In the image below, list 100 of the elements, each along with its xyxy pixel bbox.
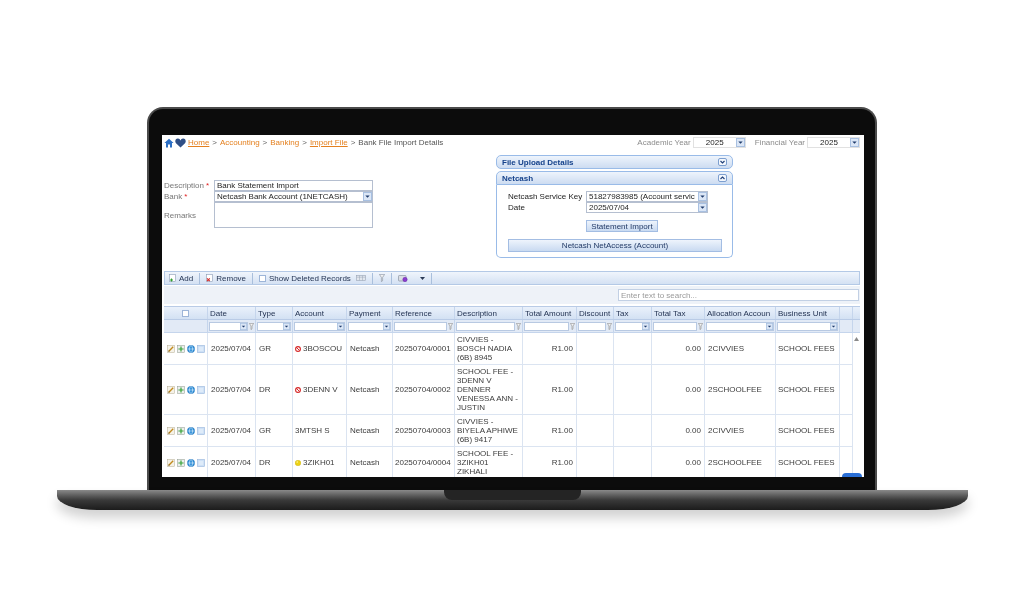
empty-cell: [577, 415, 614, 447]
filter-field[interactable]: [348, 321, 391, 331]
column-header[interactable]: Account: [293, 307, 347, 319]
caret-icon[interactable]: [419, 276, 425, 280]
globe-icon[interactable]: [186, 426, 195, 435]
dropdown-icon[interactable]: [240, 322, 247, 330]
table-cell: Netcash: [347, 365, 393, 415]
textarea-field[interactable]: [214, 202, 373, 228]
filter-field[interactable]: [777, 321, 838, 331]
panel-title: Netcash: [502, 173, 534, 183]
dropdown-icon[interactable]: [383, 322, 390, 330]
remove-button[interactable]: Remove: [206, 272, 247, 284]
table-cell: 20250704/0001: [393, 333, 455, 365]
column-header[interactable]: Payment: [347, 307, 393, 319]
list-icon[interactable]: [196, 458, 205, 467]
breadcrumb-separator: >: [212, 138, 217, 147]
checkbox[interactable]: [259, 274, 267, 282]
table-cell: 20250704/0004: [393, 447, 455, 477]
filter-field[interactable]: [257, 321, 291, 331]
table-cell: 2025/07/04: [208, 447, 256, 477]
dropdown-icon[interactable]: [735, 138, 745, 147]
dropdown-icon[interactable]: [283, 322, 290, 330]
column-header[interactable]: Discount: [577, 307, 614, 319]
year-select[interactable]: 2025: [807, 137, 860, 148]
filter-field[interactable]: [706, 321, 774, 331]
home-icon[interactable]: [164, 137, 174, 148]
table-cell: 2SCHOOLFEE: [705, 365, 776, 415]
column-header[interactable]: Reference: [393, 307, 455, 319]
columns-icon[interactable]: [355, 275, 366, 281]
dropdown-icon[interactable]: [850, 138, 859, 147]
required-mark: *: [184, 192, 188, 201]
chevron-up-icon[interactable]: [718, 174, 727, 182]
year-label: Academic Year: [637, 138, 691, 147]
grid-plus-icon[interactable]: [176, 426, 185, 435]
search-field[interactable]: Enter text to search...: [618, 289, 859, 301]
dropdown-icon[interactable]: [830, 322, 837, 330]
pencil-icon[interactable]: [166, 385, 175, 394]
dropdown-icon[interactable]: [766, 322, 773, 330]
heart-icon[interactable]: [175, 137, 186, 148]
filter-field[interactable]: [615, 321, 650, 331]
chevron-down-icon[interactable]: [718, 158, 727, 166]
panel-header[interactable]: Netcash: [496, 171, 733, 185]
empty-cell: [614, 415, 652, 447]
field-label: Bank: [164, 192, 183, 201]
column-header[interactable]: Business Unit: [776, 307, 840, 319]
pencil-icon[interactable]: [166, 426, 175, 435]
column-header[interactable]: Tax: [614, 307, 652, 319]
filter-field[interactable]: [294, 321, 345, 331]
column-header[interactable]: Total Tax: [652, 307, 705, 319]
globe-icon[interactable]: [186, 458, 195, 467]
column-header[interactable]: Total Amount: [523, 307, 577, 319]
column-header[interactable]: Type: [256, 307, 293, 319]
globe-icon[interactable]: [186, 344, 195, 353]
table-cell: 20250704/0002: [393, 365, 455, 415]
dropdown-icon[interactable]: [363, 192, 372, 201]
export-icon[interactable]: [397, 274, 408, 282]
action-button[interactable]: Statement Import: [586, 220, 658, 232]
filter-field[interactable]: [653, 321, 697, 331]
pencil-icon[interactable]: [166, 344, 175, 353]
account-code: 3ZIKH01: [303, 458, 335, 467]
select-field[interactable]: 2025/07/04: [586, 202, 708, 213]
no-entry-icon: [295, 386, 301, 393]
dropdown-icon[interactable]: [698, 192, 707, 201]
floating-button[interactable]: [842, 473, 862, 477]
filter-field[interactable]: [209, 321, 248, 331]
list-icon[interactable]: [196, 385, 205, 394]
table-cell: 2SCHOOLFEE: [705, 447, 776, 477]
dropdown-icon[interactable]: [698, 203, 707, 212]
dropdown-icon[interactable]: [337, 322, 344, 330]
field-label: Date: [508, 203, 526, 212]
year-select[interactable]: 2025: [692, 137, 746, 148]
checkbox[interactable]: [182, 309, 189, 317]
grid-plus-icon[interactable]: [176, 458, 185, 467]
column-header[interactable]: Description: [455, 307, 523, 319]
grid-plus-icon[interactable]: [176, 344, 185, 353]
pencil-icon[interactable]: [166, 458, 175, 467]
table-cell: 0.00: [652, 333, 705, 365]
text-field[interactable]: Bank Statement Import: [214, 180, 373, 191]
filter-field[interactable]: [524, 321, 569, 331]
no-entry-icon: [295, 345, 301, 352]
table-cell: R1.00: [523, 365, 577, 415]
grid-plus-icon[interactable]: [176, 385, 185, 394]
table-cell: 0.00: [652, 365, 705, 415]
table-cell: DR: [256, 447, 293, 477]
column-header[interactable]: Date: [208, 307, 256, 319]
filter-field[interactable]: [578, 321, 606, 331]
list-icon[interactable]: [196, 344, 205, 353]
filter-field[interactable]: [394, 321, 447, 331]
year-label: Financial Year: [754, 138, 805, 147]
scroll-up-icon[interactable]: [854, 337, 859, 341]
list-icon[interactable]: [196, 426, 205, 435]
column-header[interactable]: Allocation Accoun: [705, 307, 776, 319]
panel-header[interactable]: File Upload Details: [496, 155, 733, 169]
table-cell: 2025/07/04: [208, 333, 256, 365]
action-button[interactable]: Netcash NetAccess (Account): [508, 239, 722, 252]
filter-field[interactable]: [456, 321, 515, 331]
globe-icon[interactable]: [186, 385, 195, 394]
dropdown-icon[interactable]: [642, 322, 649, 330]
add-button[interactable]: Add: [169, 272, 194, 284]
filter-icon[interactable]: [378, 274, 385, 282]
